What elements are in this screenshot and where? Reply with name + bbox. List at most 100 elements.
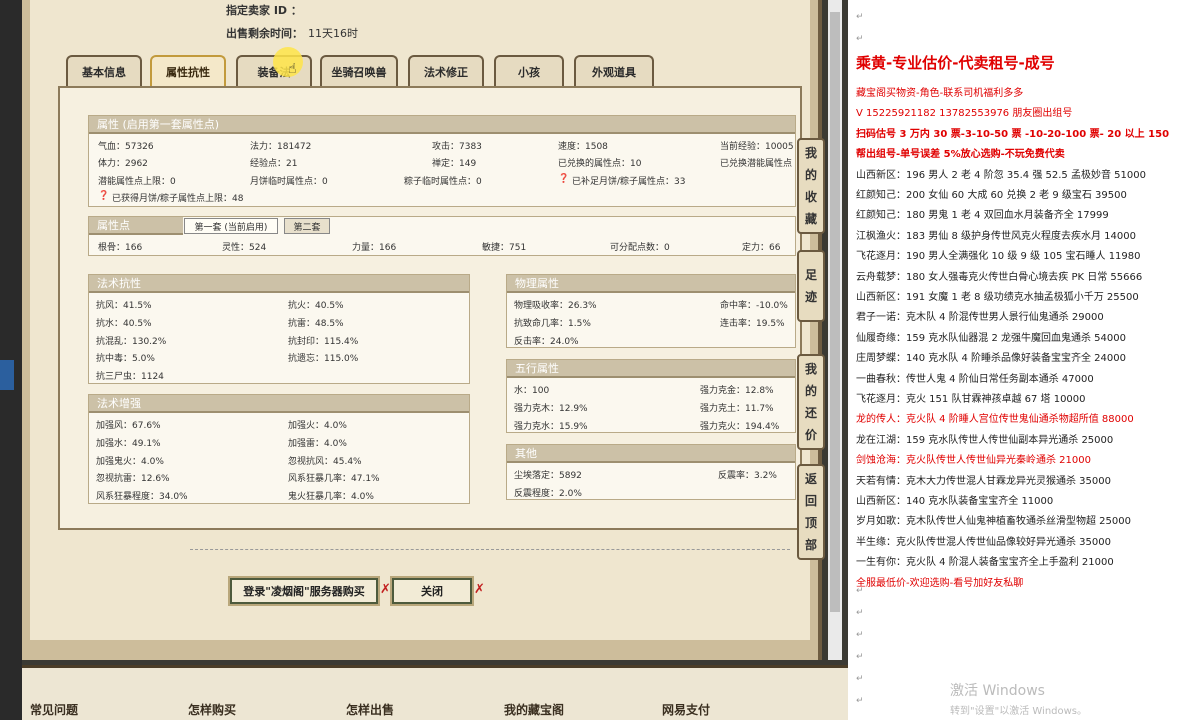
spell-boost-section: 法术增强 [88, 394, 470, 504]
boost-cell: 鬼火狂暴几率：4.0% [288, 492, 374, 502]
attr-cell: 已补足月饼/粽子属性点：33 [572, 177, 686, 187]
close-button[interactable]: 关闭 [390, 576, 474, 606]
paragraph-mark: ↵ [856, 652, 864, 662]
boost-cell: 加强水：49.1% [96, 439, 161, 449]
physical-cell: 物理吸收率：26.3% [514, 301, 597, 311]
paragraph-mark: ↵ [856, 674, 864, 684]
doc-line: 红颜知己：200 女仙 60 大成 60 兑换 2 老 9 级宝石 39500 [856, 190, 1127, 201]
resist-cell: 抗风：41.5% [96, 301, 152, 311]
screen: 指定卖家 ID ： 出售剩余时间： 11天16时 基本信息 属性抗性 装备法 坐… [0, 0, 1180, 720]
boost-cell: 风系狂暴程度：34.0% [96, 492, 188, 502]
tab-child[interactable]: 小孩 [494, 55, 564, 87]
back-to-top-button[interactable]: 返回顶部 [797, 464, 825, 560]
points-cell: 力量：166 [352, 243, 397, 253]
attr-cell: 潜能属性点上限：0 [98, 177, 176, 187]
taskbar-blue-item[interactable] [0, 360, 14, 390]
wuxing-cell: 强力克水：15.9% [514, 422, 588, 432]
physical-cell: 连击率：19.5% [720, 319, 785, 329]
doc-line: 一曲春秋：传世人鬼 4 阶仙日常任务副本通杀 47000 [856, 373, 1094, 385]
doc-line: 扫码估号 3 万内 30 票-3-10-50 票 -10-20-100 票- 2… [856, 128, 1170, 140]
section-title: 法术抗性 [89, 275, 469, 293]
boost-cell: 加强火：4.0% [288, 421, 347, 431]
tab-basic-info[interactable]: 基本信息 [66, 55, 142, 87]
physical-cell: 命中率：-10.0% [720, 301, 788, 311]
doc-line: 岁月如歌：克木队传世人仙鬼神植畜牧通杀丝滑型物超 25000 [856, 516, 1131, 528]
other-cell: 反震程度：2.0% [514, 489, 582, 499]
other-cell: 反震率：3.2% [718, 471, 777, 481]
section-title: 物理属性 [507, 275, 795, 293]
text-document: ↵ ↵ 乘黄-专业估价-代卖租号-成号 藏宝阁买物资-角色-联系司机福利多多 V … [848, 0, 1180, 720]
question-icon: ❓ [98, 191, 110, 201]
doc-line: 天若有情：克木大力传世混人甘霖龙异光灵猴通杀 35000 [856, 475, 1111, 487]
attr-cell: 气血：57326 [98, 142, 154, 152]
scrollbar-thumb[interactable] [830, 12, 840, 612]
attr-note: 已获得月饼/粽子属性点上限：48 [112, 194, 244, 204]
question-icon: ❓ [558, 174, 570, 184]
time-label: 出售剩余时间： [226, 27, 303, 40]
resist-cell: 抗混乱：130.2% [96, 337, 167, 347]
paragraph-mark: ↵ [856, 586, 864, 596]
footer-link-netease-pay[interactable]: 网易支付 [662, 701, 710, 718]
doc-line: V 15225921182 13782553976 朋友圈出组号 [856, 108, 1073, 120]
tab-mounts-pets[interactable]: 坐骑召唤兽 [320, 55, 398, 87]
footprint-button[interactable]: 足迹 [797, 250, 825, 322]
section-title: 五行属性 [507, 360, 795, 378]
points-cell: 根骨：166 [98, 243, 143, 253]
attr-cell: 速度：1508 [558, 142, 608, 152]
site-footer: 常见问题 怎样购买 怎样出售 我的藏宝阁 网易支付 [22, 665, 848, 720]
hand-cursor-icon: ☝ [288, 61, 297, 77]
boost-cell: 加强风：67.6% [96, 421, 161, 431]
mouse-cursor-highlight: ☝ [273, 47, 303, 77]
wuxing-cell: 强力克金：12.8% [700, 386, 774, 396]
resist-cell: 抗三尸虫：1124 [96, 372, 164, 382]
tab-attributes[interactable]: 属性抗性 [150, 55, 226, 87]
other-cell: 尘埃落定：5892 [514, 471, 582, 481]
points-cell: 定力：66 [742, 243, 781, 253]
paragraph-mark: ↵ [856, 630, 864, 640]
points-cell: 可分配点数：0 [610, 243, 670, 253]
close-x-icon: ✗ [380, 582, 391, 597]
wuxing-cell: 强力克火：194.4% [700, 422, 780, 432]
wuxing-cell: 水：100 [514, 386, 550, 396]
tab-points-set-2[interactable]: 第二套 [284, 218, 330, 234]
attr-cell: 攻击：7383 [432, 142, 482, 152]
boost-cell: 加强雷：4.0% [288, 439, 347, 449]
physical-cell: 反击率：24.0% [514, 337, 579, 347]
resist-cell: 抗水：40.5% [96, 319, 152, 329]
section-title: 法术增强 [89, 395, 469, 413]
tab-appearance[interactable]: 外观道具 [574, 55, 654, 87]
boost-cell: 风系狂暴几率：47.1% [288, 474, 380, 484]
doc-line: 飞花逐月：克火 151 队甘霖神孩卓越 67 塔 10000 [856, 394, 1086, 405]
footer-link-my-cbg[interactable]: 我的藏宝阁 [504, 701, 564, 718]
attr-cell: 法力：181472 [250, 142, 312, 152]
doc-line: 云舟载梦：180 女人强毒克火传世白骨心境去疾 PK 日常 55666 [856, 271, 1143, 283]
windows-watermark-sub: 转到"设置"以激活 Windows。 [950, 706, 1088, 717]
footer-link-how-to-buy[interactable]: 怎样购买 [188, 701, 236, 718]
wuxing-cell: 强力克木：12.9% [514, 404, 588, 414]
doc-line: 山西新区：140 克水队装备宝宝齐全 11000 [856, 496, 1054, 507]
doc-title: 乘黄-专业估价-代卖租号-成号 [856, 54, 1055, 72]
tab-points-set-1[interactable]: 第一套 (当前启用) [184, 218, 278, 234]
doc-line: 藏宝阁买物资-角色-联系司机福利多多 [856, 88, 1024, 99]
tab-spell-mod[interactable]: 法术修正 [408, 55, 484, 87]
my-favorites-button[interactable]: 我的收藏 [797, 138, 825, 234]
attr-cell: 当前经验：10005 [720, 142, 794, 152]
doc-line: 全服最低价-欢迎选购-看号加好友私聊 [856, 577, 1024, 589]
paragraph-mark: ↵ [856, 34, 864, 44]
attr-cell: 月饼临时属性点：0 [250, 177, 328, 187]
paragraph-mark: ↵ [856, 12, 864, 22]
doc-line: 红颜知己：180 男鬼 1 老 4 双回血水月装备齐全 17999 [856, 210, 1109, 222]
attr-cell: 粽子临时属性点：0 [404, 177, 482, 187]
wuxing-cell: 强力克土：11.7% [700, 404, 774, 414]
doc-line: 龙的传人：克火队 4 阶睡人宫位传世鬼仙通杀物超所值 88000 [856, 414, 1134, 426]
section-title: 其他 [507, 445, 795, 463]
doc-line: 山西新区：196 男人 2 老 4 阶忽 35.4 强 52.5 孟极妙音 51… [856, 169, 1146, 181]
login-buy-button[interactable]: 登录"凌烟阁"服务器购买 [228, 576, 380, 606]
doc-line: 山西新区：191 女魔 1 老 8 级功绩克水抽孟极狐小千万 25500 [856, 292, 1139, 303]
close-x-icon: ✗ [474, 582, 485, 597]
footer-link-how-to-sell[interactable]: 怎样出售 [346, 701, 394, 718]
doc-line: 君子一诺：克木队 4 阶混传世男人景行仙鬼通杀 29000 [856, 312, 1104, 324]
my-offers-button[interactable]: 我的还价 [797, 354, 825, 450]
section-title: 属性点 [89, 217, 183, 235]
footer-link-faq[interactable]: 常见问题 [30, 701, 78, 718]
